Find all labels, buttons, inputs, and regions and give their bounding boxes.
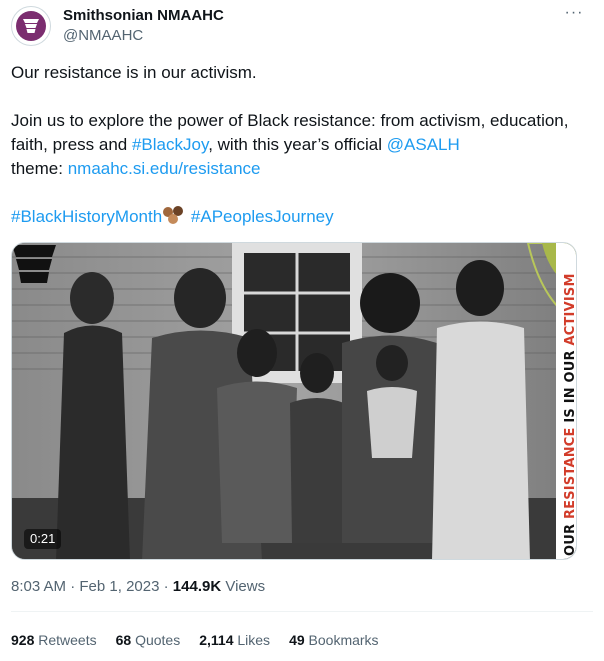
quotes-stat[interactable]: 68 Quotes bbox=[116, 630, 181, 650]
separator: · bbox=[66, 578, 80, 595]
tweet-text-span: theme: bbox=[11, 159, 68, 178]
stat-count: 2,114 bbox=[199, 632, 234, 648]
stat-label: Retweets bbox=[34, 632, 97, 648]
stat-count: 68 bbox=[115, 632, 132, 648]
mention-asalh-link[interactable]: @ASALH bbox=[387, 135, 460, 154]
tweet-paragraph-2: Join us to explore the power of Black re… bbox=[11, 109, 583, 181]
separator: · bbox=[159, 578, 173, 595]
stat-label: Quotes bbox=[131, 632, 181, 648]
video-duration-badge: 0:21 bbox=[24, 529, 62, 549]
hashtag-blackjoy-link[interactable]: #BlackJoy bbox=[132, 135, 208, 154]
bookmarks-stat[interactable]: 49 Bookmarks bbox=[289, 630, 379, 650]
post-time[interactable]: 8:03 AM bbox=[11, 578, 66, 595]
hashtag-apeoplesjourney-link[interactable]: #APeoplesJourney bbox=[191, 207, 334, 226]
banner-word-red: ACTIVISM bbox=[563, 273, 577, 346]
timestamp-row: 8:03 AM · Feb 1, 2023 · 144.9K Views bbox=[11, 577, 265, 597]
campaign-banner-text: OUR RESISTANCE IS IN OUR ACTIVISM bbox=[563, 246, 577, 556]
stat-count: 928 bbox=[11, 632, 35, 648]
nmaahc-corona-logo-icon bbox=[16, 11, 46, 41]
stat-count: 49 bbox=[289, 632, 305, 648]
hashtag-blackhistorymonth-link[interactable]: #BlackHistoryMonth bbox=[11, 207, 162, 226]
more-options-button[interactable]: ··· bbox=[563, 5, 585, 24]
tweet-hashtags: #BlackHistoryMonth #APeoplesJourney bbox=[11, 205, 583, 229]
engagement-stats: 928 Retweets 68 Quotes 2,114 Likes 49 Bo… bbox=[11, 630, 379, 650]
stat-label: Likes bbox=[233, 632, 271, 648]
retweets-stat[interactable]: 928 Retweets bbox=[11, 630, 97, 650]
stat-label: Bookmarks bbox=[304, 632, 379, 648]
banner-word: OUR bbox=[563, 519, 577, 556]
author-handle[interactable]: @NMAAHC bbox=[63, 27, 143, 45]
likes-stat[interactable]: 2,114 Likes bbox=[199, 630, 270, 650]
tweet-text: Our resistance is in our activism. Join … bbox=[11, 61, 583, 229]
divider bbox=[11, 611, 593, 612]
author-display-name[interactable]: Smithsonian NMAAHC bbox=[63, 7, 224, 25]
post-date[interactable]: Feb 1, 2023 bbox=[79, 578, 159, 595]
banner-word: IS IN OUR bbox=[563, 345, 577, 428]
avatar[interactable] bbox=[11, 6, 51, 46]
nmaahc-corona-logo-icon bbox=[12, 245, 56, 283]
resistance-url-link[interactable]: nmaahc.si.edu/resistance bbox=[68, 159, 261, 178]
banner-word-red: RESISTANCE bbox=[563, 427, 577, 520]
tweet-line-1: Our resistance is in our activism. bbox=[11, 63, 257, 82]
views-label: Views bbox=[221, 578, 266, 595]
archival-family-photo bbox=[12, 243, 576, 559]
tweet-header: Smithsonian NMAAHC @NMAAHC ··· bbox=[11, 5, 593, 48]
tweet-text-span: , with this year’s official bbox=[208, 135, 387, 154]
raised-fists-emoji-icon bbox=[162, 205, 186, 225]
views-count: 144.9K bbox=[172, 578, 222, 595]
video-player[interactable]: OUR RESISTANCE IS IN OUR ACTIVISM 0:21 bbox=[11, 242, 577, 560]
